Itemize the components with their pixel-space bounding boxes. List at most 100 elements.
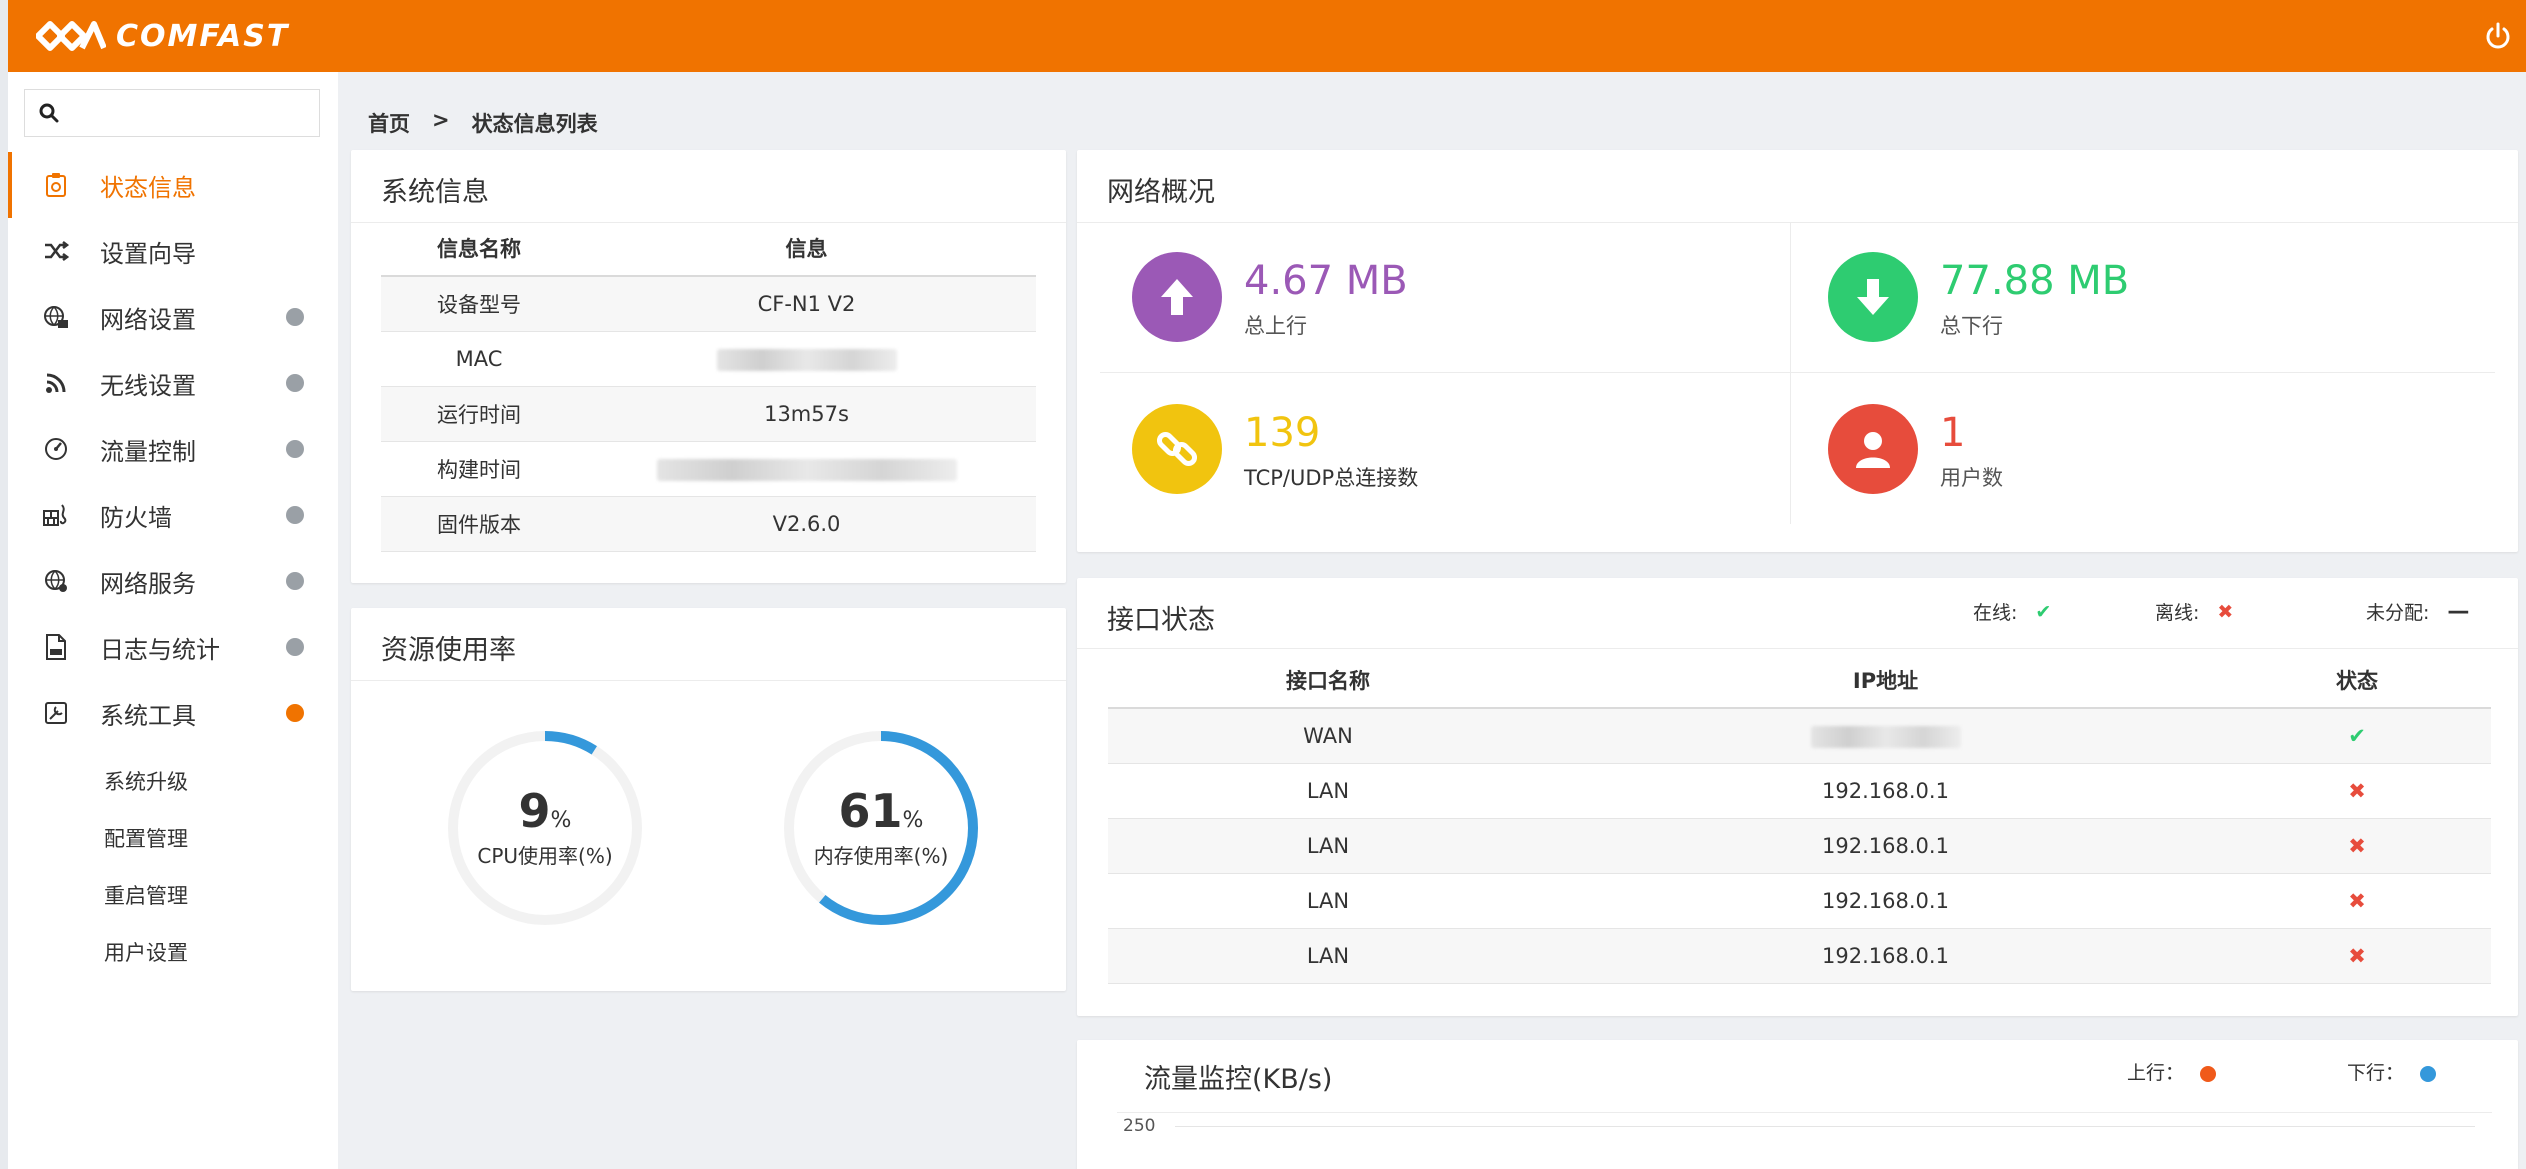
left-edge xyxy=(0,0,8,1169)
check-icon: ✔ xyxy=(2035,600,2052,623)
traffic-monitor-panel: 流量监控(KB/s) 上行： 下行： 250 xyxy=(1077,1040,2518,1169)
connections-label: TCP/UDP总连接数 xyxy=(1244,466,1419,490)
status-online-icon: ✔ xyxy=(2223,708,2491,764)
status-offline-icon: ✖ xyxy=(2223,928,2491,984)
wifi-icon xyxy=(42,369,70,397)
tools-icon xyxy=(42,699,70,727)
table-row: 运行时间 13m57s xyxy=(381,386,1036,442)
download-arrow-icon xyxy=(1828,252,1918,342)
chevron-right-icon xyxy=(286,638,304,656)
connections-stat: 139 TCP/UDP总连接数 xyxy=(1096,374,1786,524)
globe-services-icon xyxy=(42,567,70,595)
upload-value: 4.67 MB xyxy=(1244,258,1408,304)
sidebar: 状态信息 设置向导 网络设置 无线设置 流量控制 防火墙 网络服务 日志与统计 … xyxy=(8,72,338,1169)
status-offline-icon: ✖ xyxy=(2223,818,2491,874)
brand-name: COMFAST xyxy=(116,18,290,54)
cpu-value: 9 xyxy=(518,783,551,838)
chevron-right-icon xyxy=(286,440,304,458)
table-row: 设备型号 CF-N1 V2 xyxy=(381,276,1036,332)
comfast-logo-icon xyxy=(36,21,106,51)
tools-submenu: 系统升级 配置管理 重启管理 用户设置 xyxy=(8,746,338,980)
download-value: 77.88 MB xyxy=(1940,258,2130,304)
system-info-table: 信息名称 信息 设备型号 CF-N1 V2 MAC 运行时间 13m57s 构建… xyxy=(381,220,1036,552)
system-info-panel: 系统信息 信息名称 信息 设备型号 CF-N1 V2 MAC 运行时间 13m5… xyxy=(351,150,1066,583)
gauge-icon xyxy=(42,435,70,463)
upload-arrow-icon xyxy=(1132,252,1222,342)
info-name: 固件版本 xyxy=(381,496,577,552)
legend-download-label: 下行： xyxy=(2347,1062,2405,1084)
panel-title: 网络概况 xyxy=(1107,177,1215,208)
clipboard-icon xyxy=(42,171,70,199)
column-header: 信息名称 xyxy=(381,220,577,277)
sidebar-item-label: 日志与统计 xyxy=(100,635,220,664)
submenu-item-reboot[interactable]: 重启管理 xyxy=(8,866,338,923)
interface-name: WAN xyxy=(1108,708,1548,764)
interface-name: LAN xyxy=(1108,763,1548,819)
table-row: LAN 192.168.0.1 ✖ xyxy=(1108,873,2491,929)
dash-icon: — xyxy=(2447,599,2470,624)
sidebar-item-label: 流量控制 xyxy=(100,437,196,466)
search-input[interactable] xyxy=(71,101,311,125)
chevron-right-icon xyxy=(286,374,304,392)
submenu-item-upgrade[interactable]: 系统升级 xyxy=(8,752,338,809)
chevron-right-icon xyxy=(286,572,304,590)
sidebar-item-wizard[interactable]: 设置向导 xyxy=(8,218,338,284)
sidebar-item-label: 网络设置 xyxy=(100,305,196,334)
search-box[interactable] xyxy=(24,89,320,137)
table-row: 固件版本 V2.6.0 xyxy=(381,496,1036,552)
sidebar-item-network[interactable]: 网络设置 xyxy=(8,284,338,350)
memory-label: 内存使用率(%) xyxy=(813,843,949,868)
info-value: CF-N1 V2 xyxy=(577,276,1036,332)
memory-gauge: 61% 内存使用率(%) xyxy=(778,725,984,931)
interface-name: LAN xyxy=(1108,818,1548,874)
chevron-down-icon xyxy=(286,704,304,722)
sidebar-item-wireless[interactable]: 无线设置 xyxy=(8,350,338,416)
sidebar-item-services[interactable]: 网络服务 xyxy=(8,548,338,614)
table-row: LAN 192.168.0.1 ✖ xyxy=(1108,763,2491,819)
sidebar-item-status[interactable]: 状态信息 xyxy=(8,152,338,218)
divider xyxy=(351,680,1066,681)
table-row: WAN ✔ xyxy=(1108,708,2491,764)
top-header: COMFAST xyxy=(8,0,2526,72)
sidebar-item-logs[interactable]: 日志与统计 xyxy=(8,614,338,680)
memory-unit: % xyxy=(902,807,924,833)
users-stat: 1 用户数 xyxy=(1792,374,2482,524)
table-row: MAC xyxy=(381,331,1036,387)
legend-unassigned: 未分配: — xyxy=(2366,598,2469,625)
firewall-icon xyxy=(42,501,70,529)
info-value-redacted xyxy=(577,441,1036,497)
logo: COMFAST xyxy=(36,18,289,54)
cpu-unit: % xyxy=(550,807,572,833)
interface-table: 接口名称 IP地址 状态 WAN ✔ LAN 192.168.0.1 ✖ LAN… xyxy=(1108,652,2491,984)
sidebar-item-firewall[interactable]: 防火墙 xyxy=(8,482,338,548)
power-icon[interactable] xyxy=(2482,20,2514,52)
sidebar-item-tools[interactable]: 系统工具 xyxy=(8,680,338,746)
table-row: 构建时间 xyxy=(381,441,1036,497)
interface-name: LAN xyxy=(1108,928,1548,984)
legend-upload-label: 上行： xyxy=(2127,1062,2185,1084)
submenu-item-config[interactable]: 配置管理 xyxy=(8,809,338,866)
cross-icon: ✖ xyxy=(2217,600,2234,623)
breadcrumb-home[interactable]: 首页 xyxy=(368,108,410,138)
interface-name: LAN xyxy=(1108,873,1548,929)
interface-ip: 192.168.0.1 xyxy=(1548,873,2223,929)
divider xyxy=(1077,648,2518,649)
divider xyxy=(1100,372,2495,373)
submenu-item-user[interactable]: 用户设置 xyxy=(8,923,338,980)
info-value-redacted xyxy=(577,331,1036,387)
sidebar-item-label: 状态信息 xyxy=(100,173,196,202)
breadcrumb-separator: > xyxy=(432,108,450,132)
sidebar-item-traffic-control[interactable]: 流量控制 xyxy=(8,416,338,482)
shuffle-icon xyxy=(42,237,70,265)
interface-ip-redacted xyxy=(1548,708,2223,764)
y-axis-tick: 250 xyxy=(1123,1116,1156,1136)
info-value: 13m57s xyxy=(577,386,1036,442)
users-label: 用户数 xyxy=(1940,466,2003,490)
sidebar-item-label: 无线设置 xyxy=(100,371,196,400)
table-row: LAN 192.168.0.1 ✖ xyxy=(1108,818,2491,874)
legend-online: 在线: ✔ xyxy=(1973,598,2051,625)
status-offline-icon: ✖ xyxy=(2223,873,2491,929)
legend-online-label: 在线: xyxy=(1973,602,2018,624)
connections-value: 139 xyxy=(1244,410,1321,456)
panel-title: 资源使用率 xyxy=(381,635,516,666)
